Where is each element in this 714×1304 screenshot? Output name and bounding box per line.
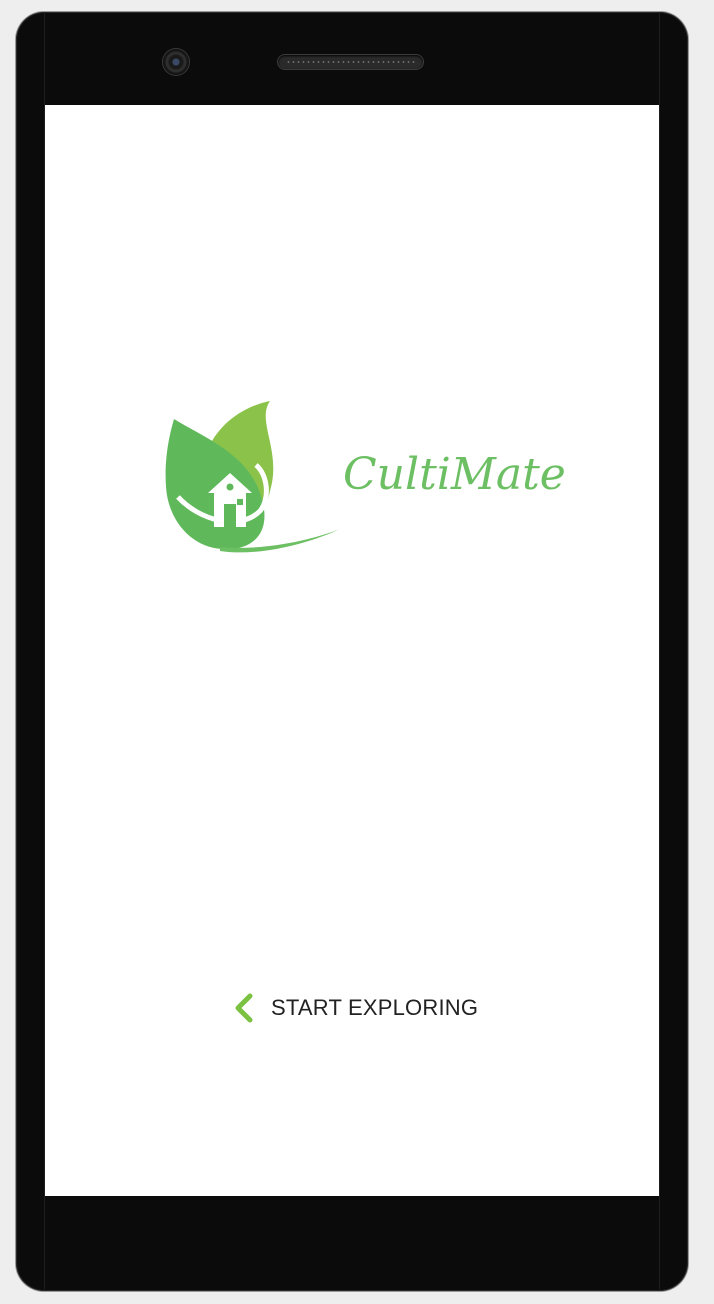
start-exploring-button[interactable]: START EXPLORING: [233, 988, 478, 1028]
earpiece-speaker: [278, 55, 423, 69]
app-screen: CultiMate START EXPLORING: [45, 105, 659, 1196]
start-exploring-label: START EXPLORING: [271, 995, 479, 1020]
brand-name: CultiMate: [343, 449, 566, 500]
leaf-house-icon: [165, 401, 340, 553]
chevron-left-icon: [235, 993, 253, 1023]
front-camera-icon: [163, 49, 189, 75]
phone-frame: CultiMate START EXPLORING: [16, 12, 688, 1291]
bezel-right-line: [659, 12, 660, 1291]
brand-logo: CultiMate: [160, 401, 566, 561]
